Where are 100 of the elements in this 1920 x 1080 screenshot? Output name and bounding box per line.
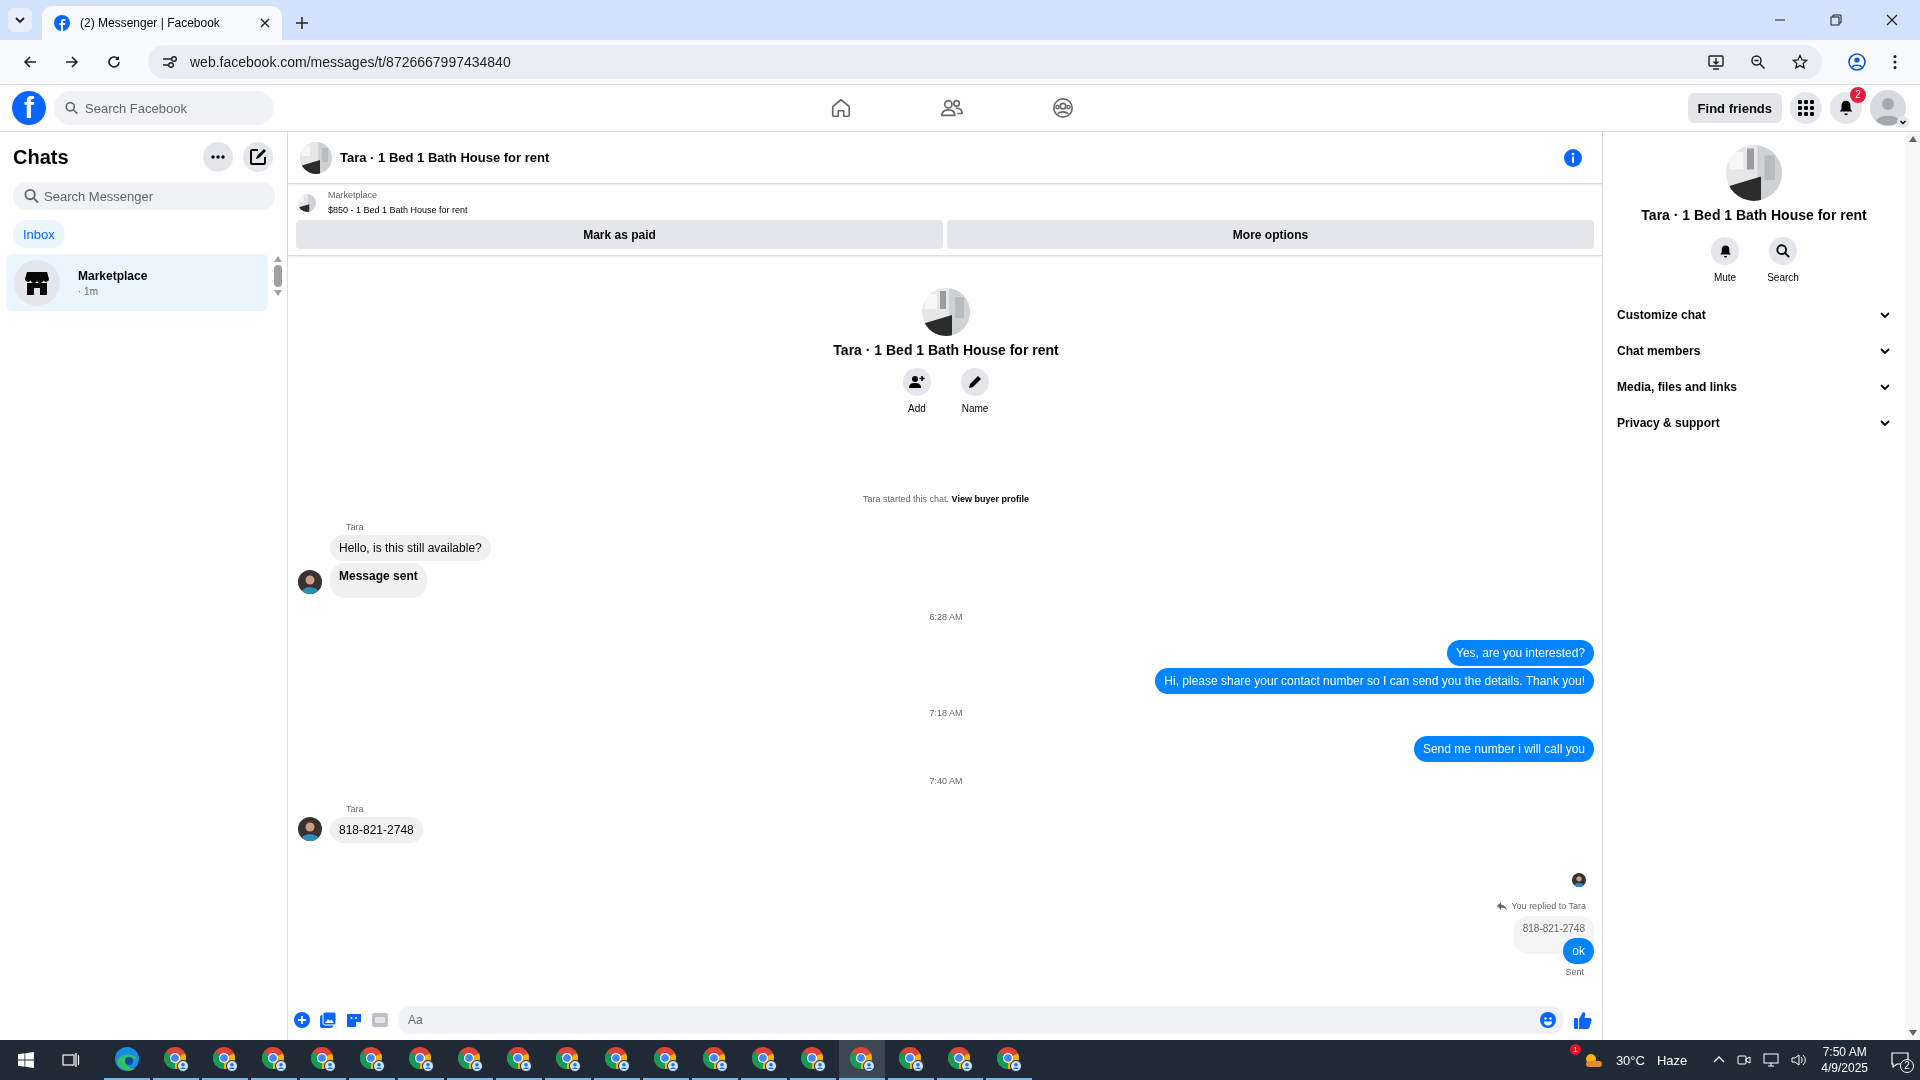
notification-center-button[interactable]: 2 (1880, 1040, 1920, 1080)
buyer-profile-link[interactable]: View buyer profile (951, 494, 1029, 504)
friends-icon[interactable] (940, 97, 964, 119)
inbox-tab[interactable]: Inbox (13, 220, 65, 248)
caret-icon[interactable] (1897, 116, 1909, 128)
reload-icon[interactable] (106, 54, 122, 70)
close-icon[interactable] (1886, 14, 1898, 26)
site-settings-icon[interactable] (162, 55, 178, 69)
chats-title: Chats (13, 145, 69, 169)
new-message-button[interactable] (243, 142, 273, 172)
speaker-icon[interactable] (1791, 1053, 1808, 1067)
browser-icon (408, 1046, 434, 1072)
task-view-icon[interactable] (62, 1052, 80, 1068)
search-field[interactable]: Search Facebook (54, 91, 274, 125)
section-header[interactable]: Customize chat (1615, 297, 1893, 333)
section-header[interactable]: Media, files and links (1615, 369, 1893, 405)
home-icon[interactable] (830, 97, 852, 119)
menu-icon[interactable] (1892, 54, 1898, 70)
browser-tab[interactable]: (2) Messenger | Facebook (42, 6, 282, 40)
groups-icon[interactable] (1052, 97, 1074, 119)
new-tab-icon[interactable] (296, 17, 308, 29)
scroll-up-icon[interactable] (1908, 136, 1917, 142)
scroll-down-icon[interactable] (274, 290, 282, 296)
pencil-icon (967, 374, 983, 390)
timestamp: 7:40 AM (929, 776, 963, 786)
action-label: Add (908, 403, 926, 414)
camera-icon[interactable] (1737, 1053, 1752, 1067)
section-header[interactable]: Chat members (1615, 333, 1893, 369)
scroll-down-icon[interactable] (1908, 1030, 1917, 1036)
timestamp: 6:28 AM (929, 612, 963, 622)
info-icon[interactable] (1564, 148, 1582, 167)
install-app-icon[interactable] (1708, 54, 1724, 70)
listing-source: Marketplace (328, 190, 379, 200)
edit-name-button[interactable] (961, 368, 989, 396)
clock-time[interactable]: 7:50 AM (1822, 1045, 1867, 1059)
message-bubble: Yes, are you interested? (1447, 640, 1594, 666)
browser-icon (261, 1046, 287, 1072)
browser-icon (359, 1046, 385, 1072)
browser-icon (114, 1046, 140, 1072)
notification-count: 2 (1900, 1059, 1914, 1073)
compose-icon (249, 148, 267, 166)
find-friends-button[interactable]: Find friends (1687, 93, 1782, 123)
plus-icon[interactable] (294, 1012, 310, 1028)
browser-icon (800, 1046, 826, 1072)
sticker-icon[interactable] (346, 1012, 362, 1028)
mute-button[interactable] (1711, 237, 1739, 265)
clock-date[interactable]: 4/9/2025 (1821, 1061, 1868, 1075)
add-people-button[interactable] (903, 368, 931, 396)
message-bubble: ok (1563, 938, 1594, 964)
notifications-button[interactable] (1830, 92, 1862, 124)
notification-icon (1891, 1052, 1909, 1068)
back-icon[interactable] (22, 54, 38, 70)
emoji-icon[interactable] (1540, 1012, 1556, 1028)
start-icon[interactable] (18, 1052, 34, 1068)
browser-icon (457, 1046, 483, 1072)
photo-icon[interactable] (320, 1012, 336, 1028)
browser-icon (849, 1046, 875, 1072)
taskbar-app-button[interactable] (839, 1040, 885, 1080)
bookmark-star-icon[interactable] (1792, 54, 1808, 70)
tab-list-button[interactable] (8, 8, 32, 32)
reply-label: You replied to Tara (1511, 901, 1586, 911)
conversation-title: Tara · 1 Bed 1 Bath House for rent (1641, 207, 1867, 223)
alert-badge: 1 (1569, 1044, 1581, 1055)
forward-icon[interactable] (64, 54, 80, 70)
close-icon[interactable] (260, 18, 270, 28)
profile-icon[interactable] (1848, 53, 1866, 71)
message-bubble: Hi, please share your contact number so I can send you the details. Thank you! (1155, 668, 1594, 694)
browser-icon (898, 1046, 924, 1072)
browser-icon (163, 1046, 189, 1072)
search-icon (24, 188, 39, 204)
logo[interactable]: f (12, 91, 46, 125)
scrollbar[interactable] (1905, 132, 1920, 1040)
listing-action-button[interactable]: More options (947, 220, 1594, 249)
listing-action-button[interactable]: Mark as paid (296, 220, 943, 249)
scroll-up-icon[interactable] (274, 256, 282, 262)
tab-title: (2) Messenger | Facebook (80, 16, 221, 30)
add-person-icon (909, 374, 925, 390)
timestamp: 7:18 AM (929, 708, 963, 718)
sender-name: Tara (346, 522, 365, 532)
chat-list-item[interactable]: Marketplace · 1m (6, 254, 268, 311)
url-text: web.facebook.com/messages/t/8726667997434840 (190, 54, 511, 70)
address-bar[interactable]: web.facebook.com/messages/t/8726667997434840 (148, 45, 1822, 79)
search-button[interactable] (1769, 237, 1797, 265)
favicon-icon (54, 15, 70, 31)
avatar (298, 817, 322, 841)
browser-icon (653, 1046, 679, 1072)
message-bubble: Message sent (330, 563, 427, 598)
message-bubble: Send me number i will call you (1413, 736, 1594, 762)
section-header[interactable]: Privacy & support (1615, 405, 1893, 441)
search-field[interactable]: Search Messenger (13, 182, 275, 210)
menu-button[interactable] (1790, 92, 1822, 124)
reply-icon (1497, 901, 1508, 911)
options-button[interactable] (203, 142, 233, 172)
avatar (298, 570, 322, 594)
thumbs-up-icon[interactable] (1574, 1011, 1592, 1029)
zoom-icon[interactable] (1750, 54, 1766, 70)
browser-icon (947, 1046, 973, 1072)
network-icon[interactable] (1763, 1053, 1780, 1067)
restore-icon[interactable] (1830, 14, 1842, 26)
message-input[interactable]: Aa (398, 1006, 1564, 1034)
